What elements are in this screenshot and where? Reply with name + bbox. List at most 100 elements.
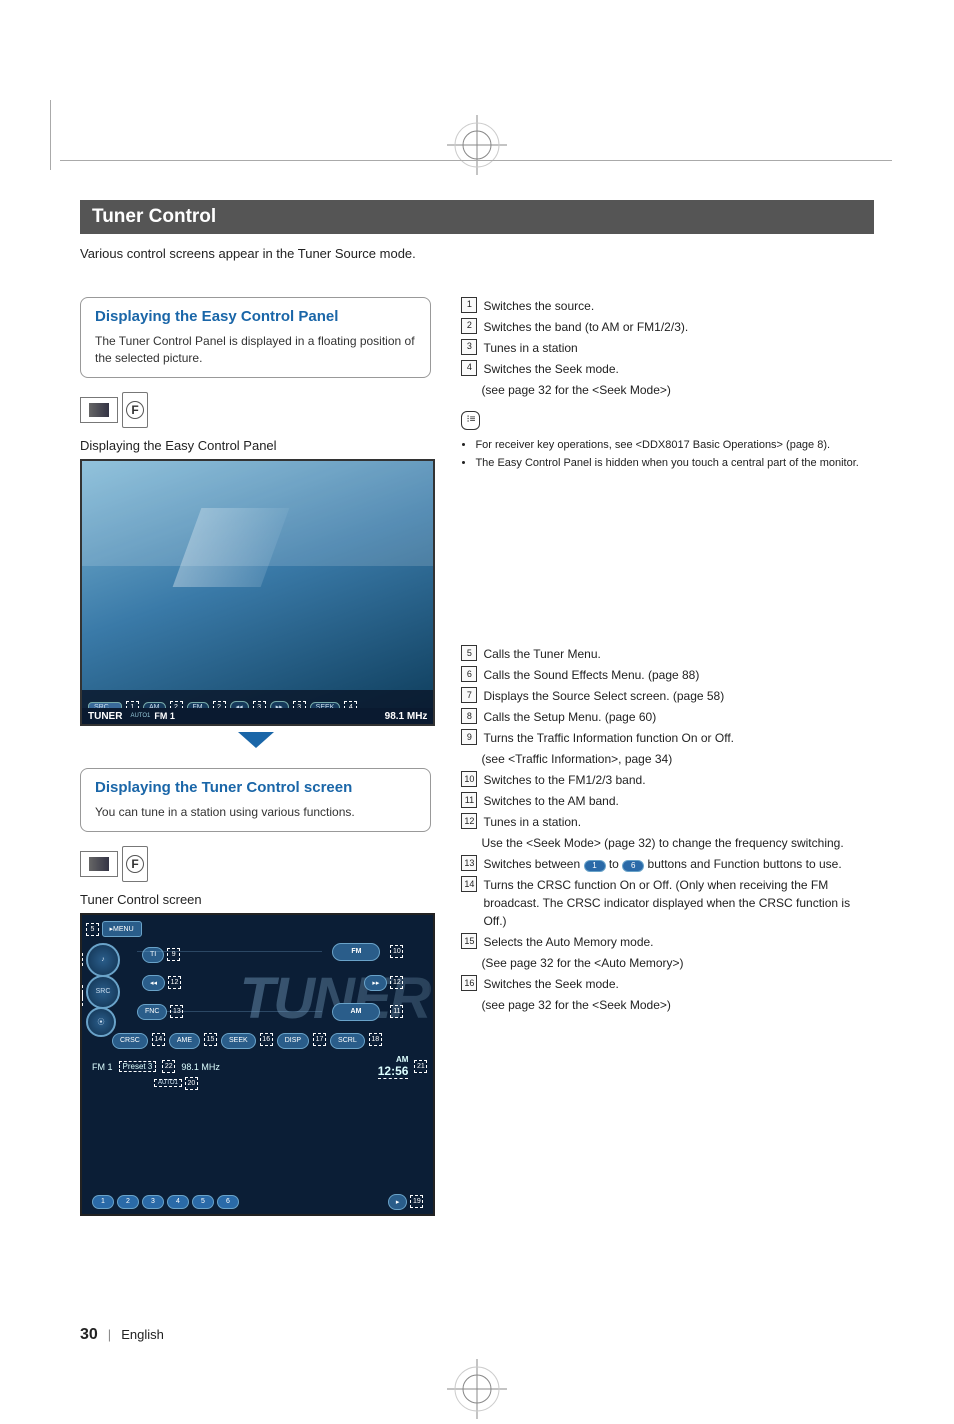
callout-5: 5: [86, 923, 99, 936]
preset-1[interactable]: 1: [92, 1195, 114, 1209]
icon-row: F: [80, 392, 431, 428]
preset-6[interactable]: 6: [217, 1195, 239, 1209]
callout-12: 12: [168, 976, 181, 989]
am-button[interactable]: AM: [332, 1003, 381, 1021]
num-5: 5: [461, 645, 477, 661]
desc-2: Switches the band (to AM or FM1/2/3).: [483, 318, 874, 336]
ame-button[interactable]: AME: [169, 1033, 200, 1049]
tuner-label: TUNER: [88, 711, 122, 722]
screen-icon: [80, 397, 118, 423]
desc-13: Switches between 1 to 6 buttons and Func…: [483, 855, 874, 873]
callout-21: 21: [414, 1060, 427, 1073]
panel-easy-control: Displaying the Easy Control Panel The Tu…: [80, 297, 431, 378]
panel-easy-title: Displaying the Easy Control Panel: [95, 308, 416, 325]
num-12: 12: [461, 813, 477, 829]
desc-9b: (see <Traffic Information>, page 34): [481, 750, 874, 768]
notes-easy: ⁝≡ For receiver key operations, see <DDX…: [461, 411, 874, 472]
desc-15: Selects the Auto Memory mode.: [483, 933, 874, 951]
desc-14: Turns the CRSC function On or Off. (Only…: [483, 876, 874, 930]
preset-2[interactable]: 2: [117, 1195, 139, 1209]
src-button[interactable]: 7 SRC: [86, 975, 120, 1009]
callout-6: 6: [80, 953, 83, 966]
panel-easy-text: The Tuner Control Panel is displayed in …: [95, 333, 416, 367]
desc-4: Switches the Seek mode.: [483, 360, 874, 378]
preset-5[interactable]: 5: [192, 1195, 214, 1209]
callout-20: 20: [185, 1077, 198, 1090]
panel-tuner-title: Displaying the Tuner Control screen: [95, 779, 416, 796]
fm-button[interactable]: FM: [332, 943, 380, 961]
callout-8: 8: [80, 993, 83, 1006]
fnc-button[interactable]: FNC: [137, 1004, 167, 1020]
f-button-icon: F: [122, 846, 148, 882]
intro-text: Various control screens appear in the Tu…: [80, 246, 874, 261]
desc-3: Tunes in a station: [483, 339, 874, 357]
registration-mark-bottom: [442, 1354, 512, 1424]
desc-12b: Use the <Seek Mode> (page 32) to change …: [481, 834, 874, 852]
section-title: Tuner Control: [80, 200, 874, 234]
desc-7: Displays the Source Select screen. (page…: [483, 687, 874, 705]
auto1-indicator: AUTO1: [130, 713, 150, 719]
footer-divider: |: [108, 1327, 111, 1342]
sfx-button[interactable]: 6 ♪: [86, 943, 120, 977]
prev-button[interactable]: ◂◂: [142, 975, 165, 991]
note-1: For receiver key operations, see <DDX801…: [475, 438, 874, 454]
registration-mark-top: [442, 110, 512, 180]
menu-button[interactable]: ▸MENU: [102, 921, 142, 937]
desc-list-tuner: 5 Calls the Tuner Menu. 6 Calls the Sound …: [461, 645, 874, 1014]
easy-screen-sim: SRC 1 AM 2 FM 2 ◂◂ 3 ▸▸ 3 SEEK 4 TUNER A…: [80, 459, 435, 727]
tuner-screen-sim: TUNER 5 ▸MENU 6 ♪ 7 SRC 8 ⦿: [80, 913, 435, 1216]
desc-16: Switches the Seek mode.: [483, 975, 874, 993]
callout-17: 17: [313, 1033, 326, 1046]
num-1: 1: [461, 297, 477, 313]
num-16: 16: [461, 975, 477, 991]
callout-16: 16: [260, 1033, 273, 1046]
callout-15: 15: [204, 1033, 217, 1046]
callout-10: 10: [390, 945, 403, 958]
desc-list-easy: 1Switches the source. 2Switches the band…: [461, 297, 874, 399]
f-button-icon: F: [122, 392, 148, 428]
desc-8: Calls the Setup Menu. (page 60): [483, 708, 874, 726]
num-15: 15: [461, 933, 477, 949]
num-13: 13: [461, 855, 477, 871]
num-3: 3: [461, 339, 477, 355]
page-footer: 30 | English: [80, 1326, 874, 1344]
desc-15b: (See page 32 for the <Auto Memory>): [481, 954, 874, 972]
clock-indicator: 12:56: [378, 1064, 409, 1079]
num-6: 6: [461, 666, 477, 682]
callout-18: 18: [369, 1033, 382, 1046]
footer-lang: English: [121, 1327, 164, 1342]
subheading-easy: Displaying the Easy Control Panel: [80, 438, 431, 453]
next-button[interactable]: ▸▸: [364, 975, 387, 991]
panel-tuner-text: You can tune in a station using various …: [95, 804, 416, 821]
page-number: 30: [80, 1326, 98, 1344]
crop-mark: [60, 160, 892, 161]
preset-indicator: Preset 3: [119, 1061, 157, 1072]
num-7: 7: [461, 687, 477, 703]
disp-button[interactable]: DISP: [277, 1033, 309, 1049]
callout-12b: 12: [390, 976, 403, 989]
band-indicator: FM 1: [92, 1062, 113, 1072]
arrow-down-icon: [238, 732, 274, 748]
more-button[interactable]: ▸: [388, 1194, 408, 1210]
num-10: 10: [461, 771, 477, 787]
note-2: The Easy Control Panel is hidden when yo…: [475, 456, 874, 472]
desc-4b: (see page 32 for the <Seek Mode>): [481, 381, 874, 399]
auto1-indicator: AUTO1: [154, 1079, 182, 1087]
seek-button[interactable]: SEEK: [221, 1033, 256, 1049]
desc-11: Switches to the AM band.: [483, 792, 874, 810]
preset-4[interactable]: 4: [167, 1195, 189, 1209]
desc-6: Calls the Sound Effects Menu. (page 88): [483, 666, 874, 684]
src-label: SRC: [96, 988, 111, 995]
note-icon: ⁝≡: [461, 411, 480, 430]
icon-row-2: F: [80, 846, 431, 882]
crsc-button[interactable]: CRSC: [112, 1033, 148, 1049]
scrl-button[interactable]: SCRL: [330, 1033, 365, 1049]
desc-5: Calls the Tuner Menu.: [483, 645, 874, 663]
band-indicator: FM 1: [154, 711, 175, 721]
callout-13: 13: [170, 1005, 183, 1018]
chip-1: 1: [584, 860, 606, 872]
preset-3[interactable]: 3: [142, 1195, 164, 1209]
am-indicator: AM: [378, 1055, 409, 1064]
callout-22: 22: [162, 1060, 175, 1073]
freq-indicator: 98.1 MHz: [385, 711, 428, 722]
